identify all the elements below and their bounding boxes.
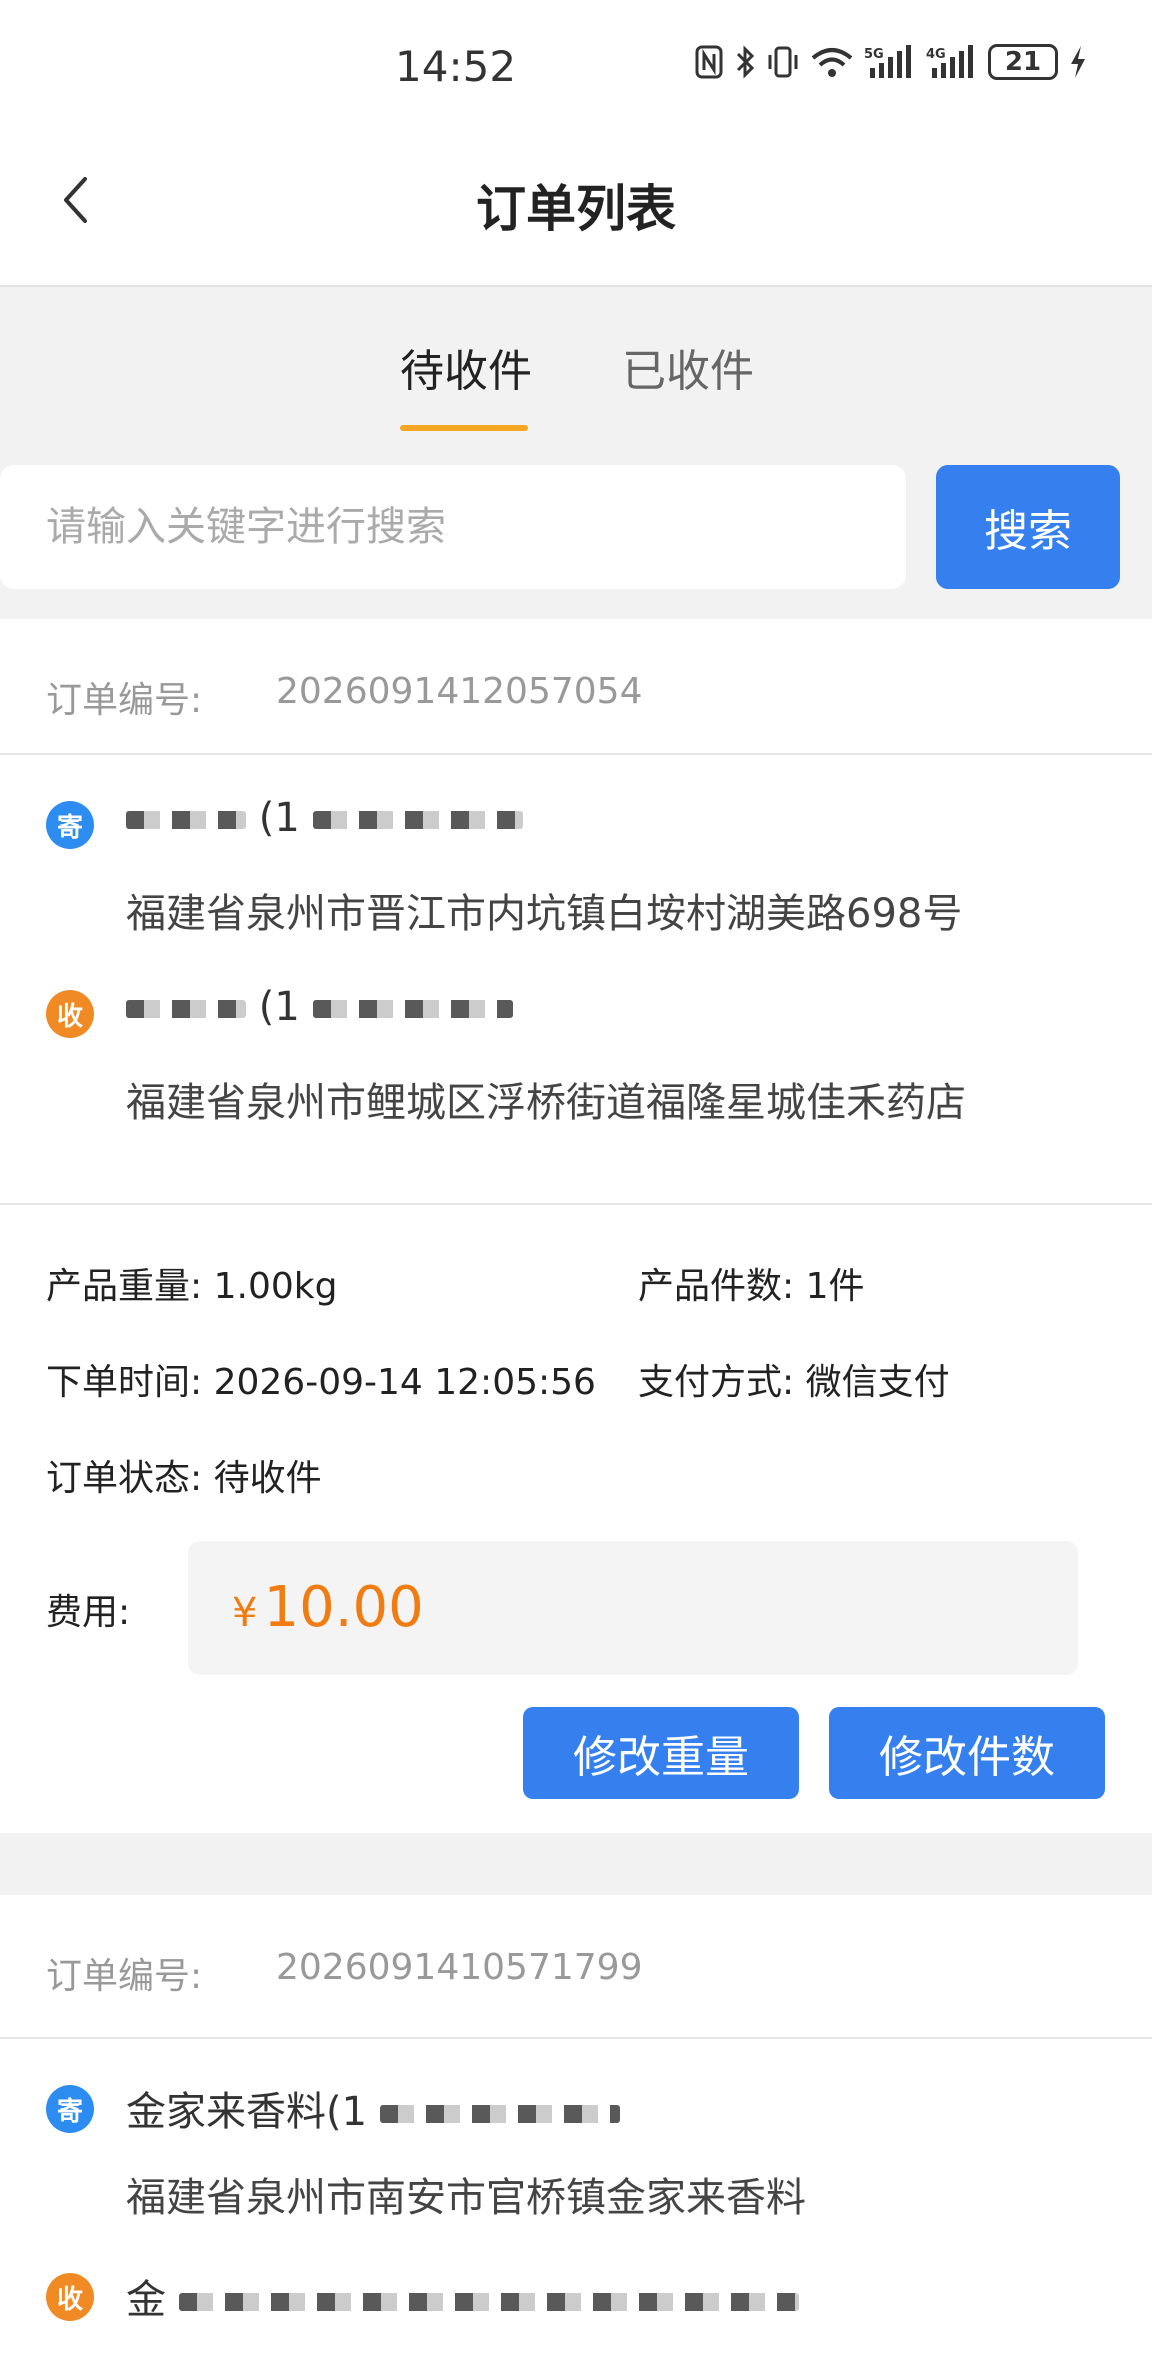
fee-amount: 10.00: [263, 1575, 424, 1640]
redacted-name: [126, 1000, 246, 1018]
payment-label: 支付方式:: [638, 1362, 795, 1403]
nav-bar: 订单列表: [0, 135, 1152, 287]
sender-name-phone: 金家来香料(1: [126, 2089, 368, 2135]
order-card: 订单编号: 2026091410571799 寄 金家来香料(1 福建省泉州市南…: [0, 1895, 1152, 2376]
sender-contact: 金家来香料(1: [126, 2079, 620, 2137]
order-time-field: 下单时间: 2026-09-14 12:05:56: [46, 1353, 596, 1405]
sender-name-phone: (1: [258, 795, 300, 841]
receiver-contact: 金: [126, 2267, 799, 2325]
nfc-icon: [695, 45, 723, 79]
weight-field: 产品重量: 1.00kg: [46, 1257, 337, 1309]
sender-badge: 寄: [46, 801, 94, 849]
count-label: 产品件数:: [638, 1266, 795, 1307]
search-button[interactable]: 搜索: [936, 465, 1120, 589]
tab-pending[interactable]: 待收件: [400, 335, 532, 399]
sender-address: 福建省泉州市晋江市内坑镇白垵村湖美路698号: [126, 891, 963, 937]
order-number-label: 订单编号:: [46, 680, 203, 721]
fee-label: 费用:: [46, 1592, 131, 1633]
receiver-name-phone: 金: [126, 2277, 166, 2323]
receiver-badge: 收: [46, 2273, 94, 2321]
battery-icon: 21: [988, 44, 1058, 80]
currency-symbol: ¥: [232, 1590, 258, 1636]
fee-box: ¥10.00: [188, 1541, 1078, 1675]
fee-value: ¥10.00: [232, 1575, 424, 1640]
bluetooth-icon: [736, 45, 755, 79]
page-title: 订单列表: [476, 180, 676, 238]
vibrate-icon: [768, 46, 798, 78]
svg-text:5G: 5G: [864, 47, 884, 62]
payment-value: 微信支付: [805, 1362, 950, 1403]
redacted-name: [126, 811, 246, 829]
payment-field: 支付方式: 微信支付: [638, 1353, 950, 1405]
status-time: 14:52: [395, 42, 517, 91]
redacted-phone: [379, 2105, 620, 2123]
receiver-name-phone: (1: [258, 984, 300, 1030]
order-time-value: 2026-09-14 12:05:56: [213, 1362, 596, 1403]
order-number-label: 订单编号:: [46, 1956, 203, 1997]
order-time-label: 下单时间:: [46, 1362, 203, 1403]
search-area: 搜索: [0, 437, 1152, 619]
svg-text:4G: 4G: [926, 47, 946, 62]
order-number: 2026091410571799: [276, 1947, 643, 1988]
order-card: 订单编号: 2026091412057054 寄 (1 福建省泉州市晋江市内坑镇…: [0, 619, 1152, 1833]
status-value: 待收件: [213, 1458, 322, 1499]
search-input[interactable]: [0, 465, 906, 589]
divider: [0, 1203, 1152, 1205]
signal-5g-icon: 5G: [864, 45, 911, 78]
tab-active-indicator: [400, 425, 528, 431]
tab-bar: 待收件 已收件: [0, 287, 1152, 437]
tab-received[interactable]: 已收件: [622, 335, 754, 399]
order-number-row: 订单编号: 2026091410571799: [46, 1947, 642, 1999]
status-icons: 5G 4G 21: [694, 44, 1088, 80]
redacted-contact: [178, 2293, 799, 2311]
sender-address: 福建省泉州市南安市官桥镇金家来香料: [126, 2175, 806, 2221]
order-number: 2026091412057054: [276, 671, 643, 712]
receiver-badge: 收: [46, 990, 94, 1038]
signal-4g-icon: 4G: [926, 45, 973, 78]
receiver-contact: (1: [126, 984, 513, 1030]
receiver-address: 福建省泉州市鲤城区浮桥街道福隆星城佳禾药店: [126, 1080, 966, 1126]
edit-count-button[interactable]: 修改件数: [829, 1707, 1105, 1799]
redacted-phone: [312, 811, 523, 829]
weight-label: 产品重量:: [46, 1266, 203, 1307]
charging-icon: [1071, 46, 1085, 78]
sender-contact: (1: [126, 795, 523, 841]
order-number-row: 订单编号: 2026091412057054: [46, 671, 642, 723]
divider: [0, 753, 1152, 755]
weight-value: 1.00kg: [213, 1266, 338, 1307]
redacted-phone: [312, 1000, 513, 1018]
count-value: 1件: [805, 1266, 865, 1307]
status-bar: 14:52 5G 4G 21: [0, 0, 1152, 135]
status-label: 订单状态:: [46, 1458, 203, 1499]
count-field: 产品件数: 1件: [638, 1257, 865, 1309]
edit-weight-button[interactable]: 修改重量: [523, 1707, 799, 1799]
status-field: 订单状态: 待收件: [46, 1449, 322, 1501]
sender-badge: 寄: [46, 2085, 94, 2133]
divider: [0, 2037, 1152, 2039]
wifi-icon: [811, 48, 853, 77]
